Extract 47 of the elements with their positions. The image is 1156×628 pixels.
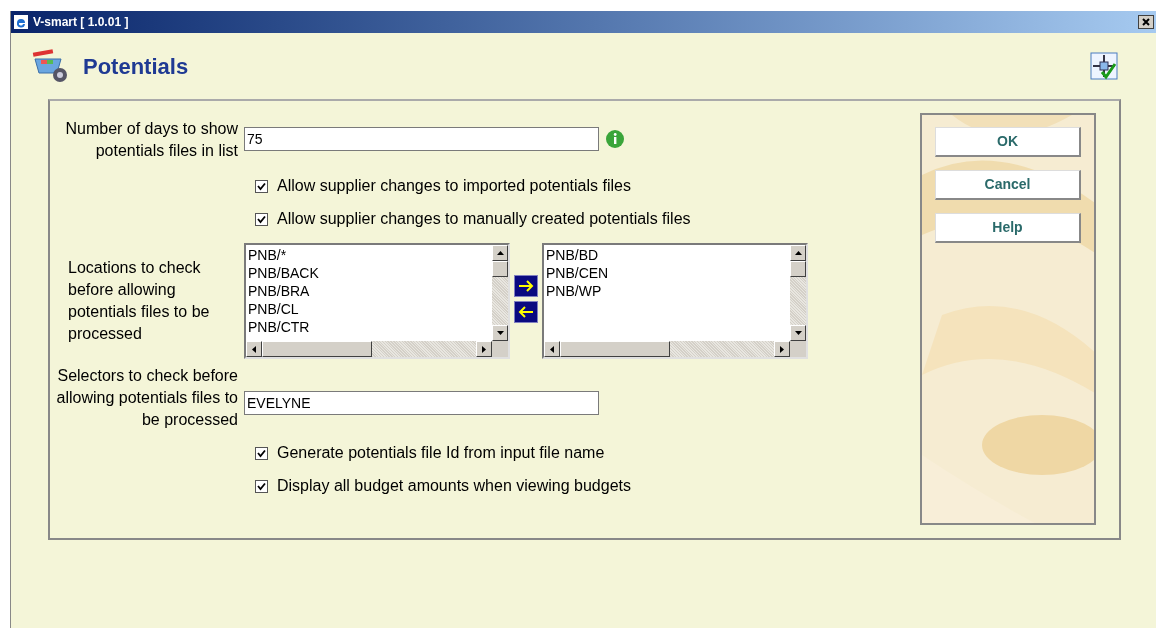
checkbox-label: Allow supplier changes to imported potentials files [277,176,631,196]
field-label: Selectors to check before allowing potentials files to be processed [55,366,239,430]
close-button[interactable] [1138,15,1154,29]
right-arrow-icon [518,279,534,293]
left-arrow-icon [518,305,534,319]
dialog-button[interactable]: Cancel [935,170,1081,200]
text-field[interactable]: 75 [244,127,599,151]
scroll-thumb[interactable] [262,341,372,357]
move-check-icon[interactable] [1090,52,1118,80]
list-box[interactable]: PNB/BD PNB/CEN PNB/WP [542,243,808,359]
vertical-scrollbar[interactable] [790,245,806,341]
list-item[interactable]: PNB/CEN [546,264,790,282]
browser-icon [13,14,29,30]
checkbox[interactable] [255,479,268,493]
move-right-button[interactable] [514,275,538,297]
scroll-thumb[interactable] [790,261,806,277]
scroll-thumb[interactable] [560,341,670,357]
close-icon [1142,18,1150,26]
field-label: Number of days to show potentials files in list [64,119,239,161]
move-left-button[interactable] [514,301,538,323]
checkbox-label: Generate potentials file Id from input file name [277,443,605,463]
list-item[interactable]: PNB/BD [546,246,790,264]
vertical-scrollbar[interactable] [492,245,508,341]
list-item[interactable]: PNB/CL [248,300,492,318]
checkbox[interactable] [255,212,268,226]
dialog-button[interactable]: Help [935,213,1081,243]
checkbox-label: Allow supplier changes to manually created potentials files [277,209,691,229]
window-title: V-smart [ 1.0.01 ] [33,14,129,31]
list-item[interactable]: PNB/CTR [248,318,492,336]
scroll-corner [492,341,508,357]
checkbox-label: Display all budget amounts when viewing budgets [277,476,631,496]
list-box[interactable]: PNB/* PNB/BACK PNB/BRA PNB/CL PNB/CTR [244,243,510,359]
scroll-thumb[interactable] [492,261,508,277]
horizontal-scrollbar[interactable] [246,341,492,357]
list-item[interactable]: PNB/* [248,246,492,264]
list-item[interactable]: PNB/WP [546,282,790,300]
text-field[interactable]: EVELYNE [244,391,599,415]
list-item[interactable]: PNB/BACK [248,264,492,282]
checkbox[interactable] [255,446,268,460]
horizontal-scrollbar[interactable] [544,341,790,357]
info-icon[interactable] [605,129,625,149]
scroll-corner [790,341,806,357]
dialog-button[interactable]: OK [935,127,1081,157]
checkbox[interactable] [255,179,268,193]
list-item[interactable]: PNB/BRA [248,282,492,300]
field-label: Locations to check before allowing potentials files to be processed [67,258,211,344]
page-title: Potentials [83,52,189,81]
